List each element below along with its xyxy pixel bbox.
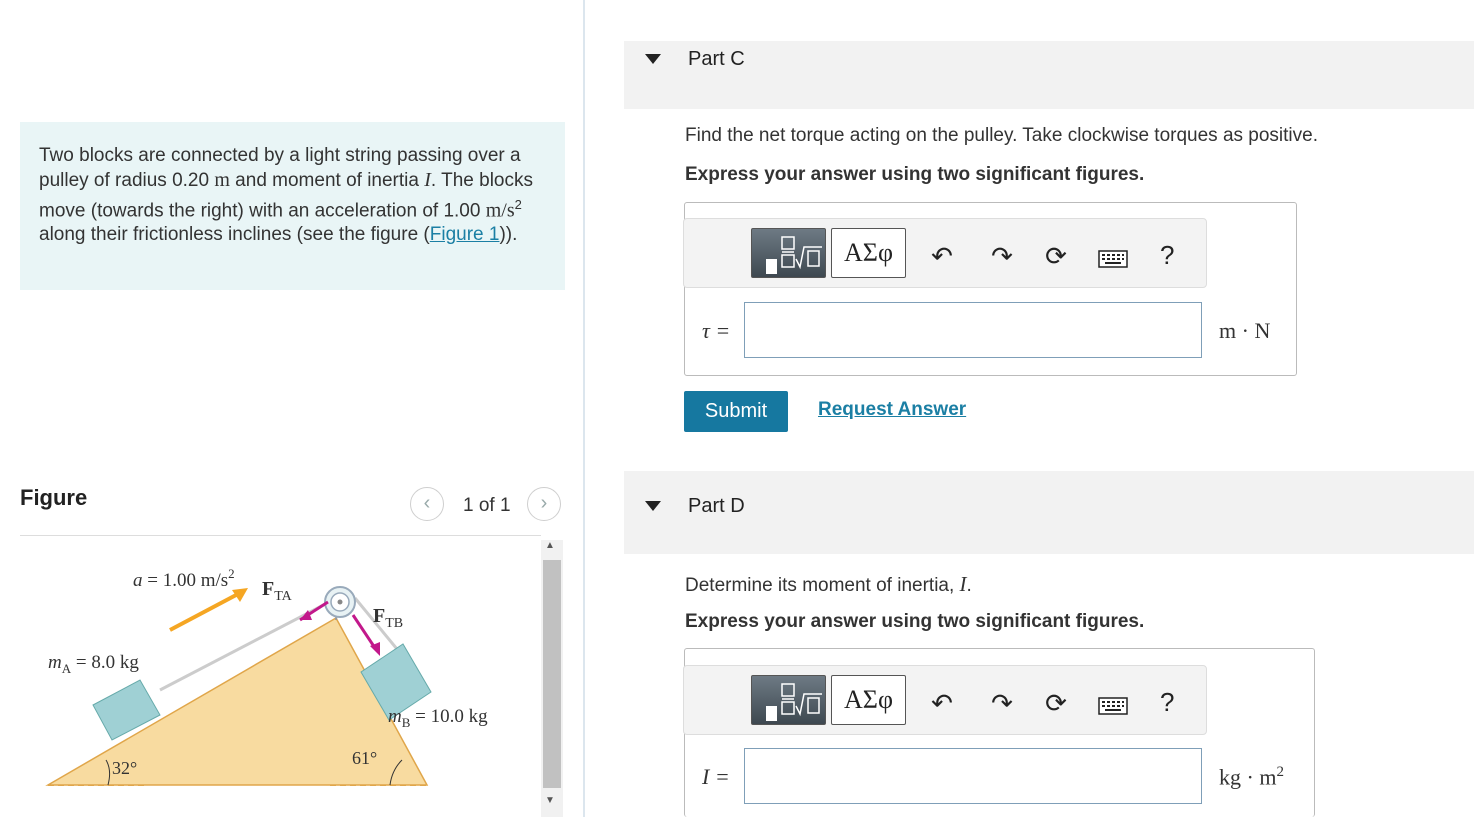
unit-accel: m/s [485, 199, 515, 222]
figure-divider [20, 535, 541, 536]
problem-text-2: and moment of inertia [229, 170, 425, 191]
redo-icon[interactable]: ↷ [986, 241, 1018, 272]
part-c-instruction: Express your answer using two significan… [685, 164, 1145, 185]
part-d-answer-input[interactable] [744, 748, 1202, 804]
problem-text-5: )). [499, 224, 518, 246]
figure-pager: 1 of 1 [463, 495, 511, 516]
figure-heading: Figure [20, 485, 88, 510]
greek-letters-button[interactable]: ΑΣφ [831, 228, 906, 278]
caret-down-icon[interactable] [645, 501, 661, 511]
part-c-question: Find the net torque acting on the pulley… [685, 125, 1318, 146]
keyboard-icon[interactable] [1098, 697, 1128, 715]
problem-statement: Two blocks are connected by a light stri… [20, 122, 565, 290]
part-c-title: Part C [688, 48, 745, 70]
templates-icon [766, 683, 822, 721]
prev-figure-button[interactable]: ‹ [410, 487, 444, 521]
submit-button[interactable]: Submit [684, 391, 788, 432]
greek-letters-button[interactable]: ΑΣφ [831, 675, 906, 725]
help-icon[interactable]: ? [1160, 687, 1174, 718]
part-d-unit: kg · m2 [1219, 764, 1284, 790]
chevron-right-icon: › [540, 492, 548, 514]
figure-scroll-thumb[interactable] [543, 560, 561, 788]
keyboard-icon[interactable] [1098, 250, 1128, 268]
accel-label: a = 1.00 m/s2 [133, 566, 235, 591]
part-c-header[interactable] [624, 41, 1474, 109]
angle-left-label: 32° [112, 758, 137, 778]
problem-text-4: along their frictionless inclines (see t… [39, 224, 430, 246]
mass-a-label: mA = 8.0 kg [48, 652, 139, 676]
scroll-down-icon[interactable]: ▼ [545, 795, 555, 806]
pane-divider[interactable] [583, 0, 585, 817]
fta-label: FTA [262, 578, 293, 604]
unit-meters: m [214, 169, 230, 191]
undo-icon[interactable]: ↶ [926, 688, 958, 719]
help-icon[interactable]: ? [1160, 240, 1174, 271]
greek-letters-icon: ΑΣφ [844, 238, 893, 267]
var-inertia: I [424, 169, 431, 191]
caret-down-icon[interactable] [645, 54, 661, 64]
accel-arrow [169, 592, 239, 632]
figure-link[interactable]: Figure 1 [430, 224, 500, 245]
reset-icon[interactable]: ⟳ [1040, 688, 1072, 719]
greek-letters-icon: ΑΣφ [844, 685, 893, 714]
chevron-left-icon: ‹ [423, 492, 431, 514]
templates-icon [766, 236, 822, 274]
incline-figure: a = 1.00 m/s2 FTA FTB mA = 8.0 kg mB = 1… [45, 566, 488, 786]
scroll-up-icon[interactable]: ▲ [545, 540, 555, 551]
part-d-title: Part D [688, 495, 745, 517]
undo-icon[interactable]: ↶ [926, 241, 958, 272]
part-d-header[interactable] [624, 471, 1474, 554]
templates-button[interactable] [751, 228, 826, 278]
part-c-answer-input[interactable] [744, 302, 1202, 358]
templates-button[interactable] [751, 675, 826, 725]
redo-icon[interactable]: ↷ [986, 688, 1018, 719]
next-figure-button[interactable]: › [527, 487, 561, 521]
request-answer-link[interactable]: Request Answer [818, 399, 966, 421]
angle-right-label: 61° [352, 748, 377, 768]
unit-accel-sup: 2 [514, 197, 522, 212]
part-d-question: Determine its moment of inertia, I. [685, 572, 972, 596]
part-d-instruction: Express your answer using two significan… [685, 611, 1145, 632]
part-d-variable: I = [702, 764, 730, 789]
part-c-unit: m · N [1219, 318, 1271, 343]
part-c-variable: τ = [702, 318, 731, 343]
reset-icon[interactable]: ⟳ [1040, 241, 1072, 272]
